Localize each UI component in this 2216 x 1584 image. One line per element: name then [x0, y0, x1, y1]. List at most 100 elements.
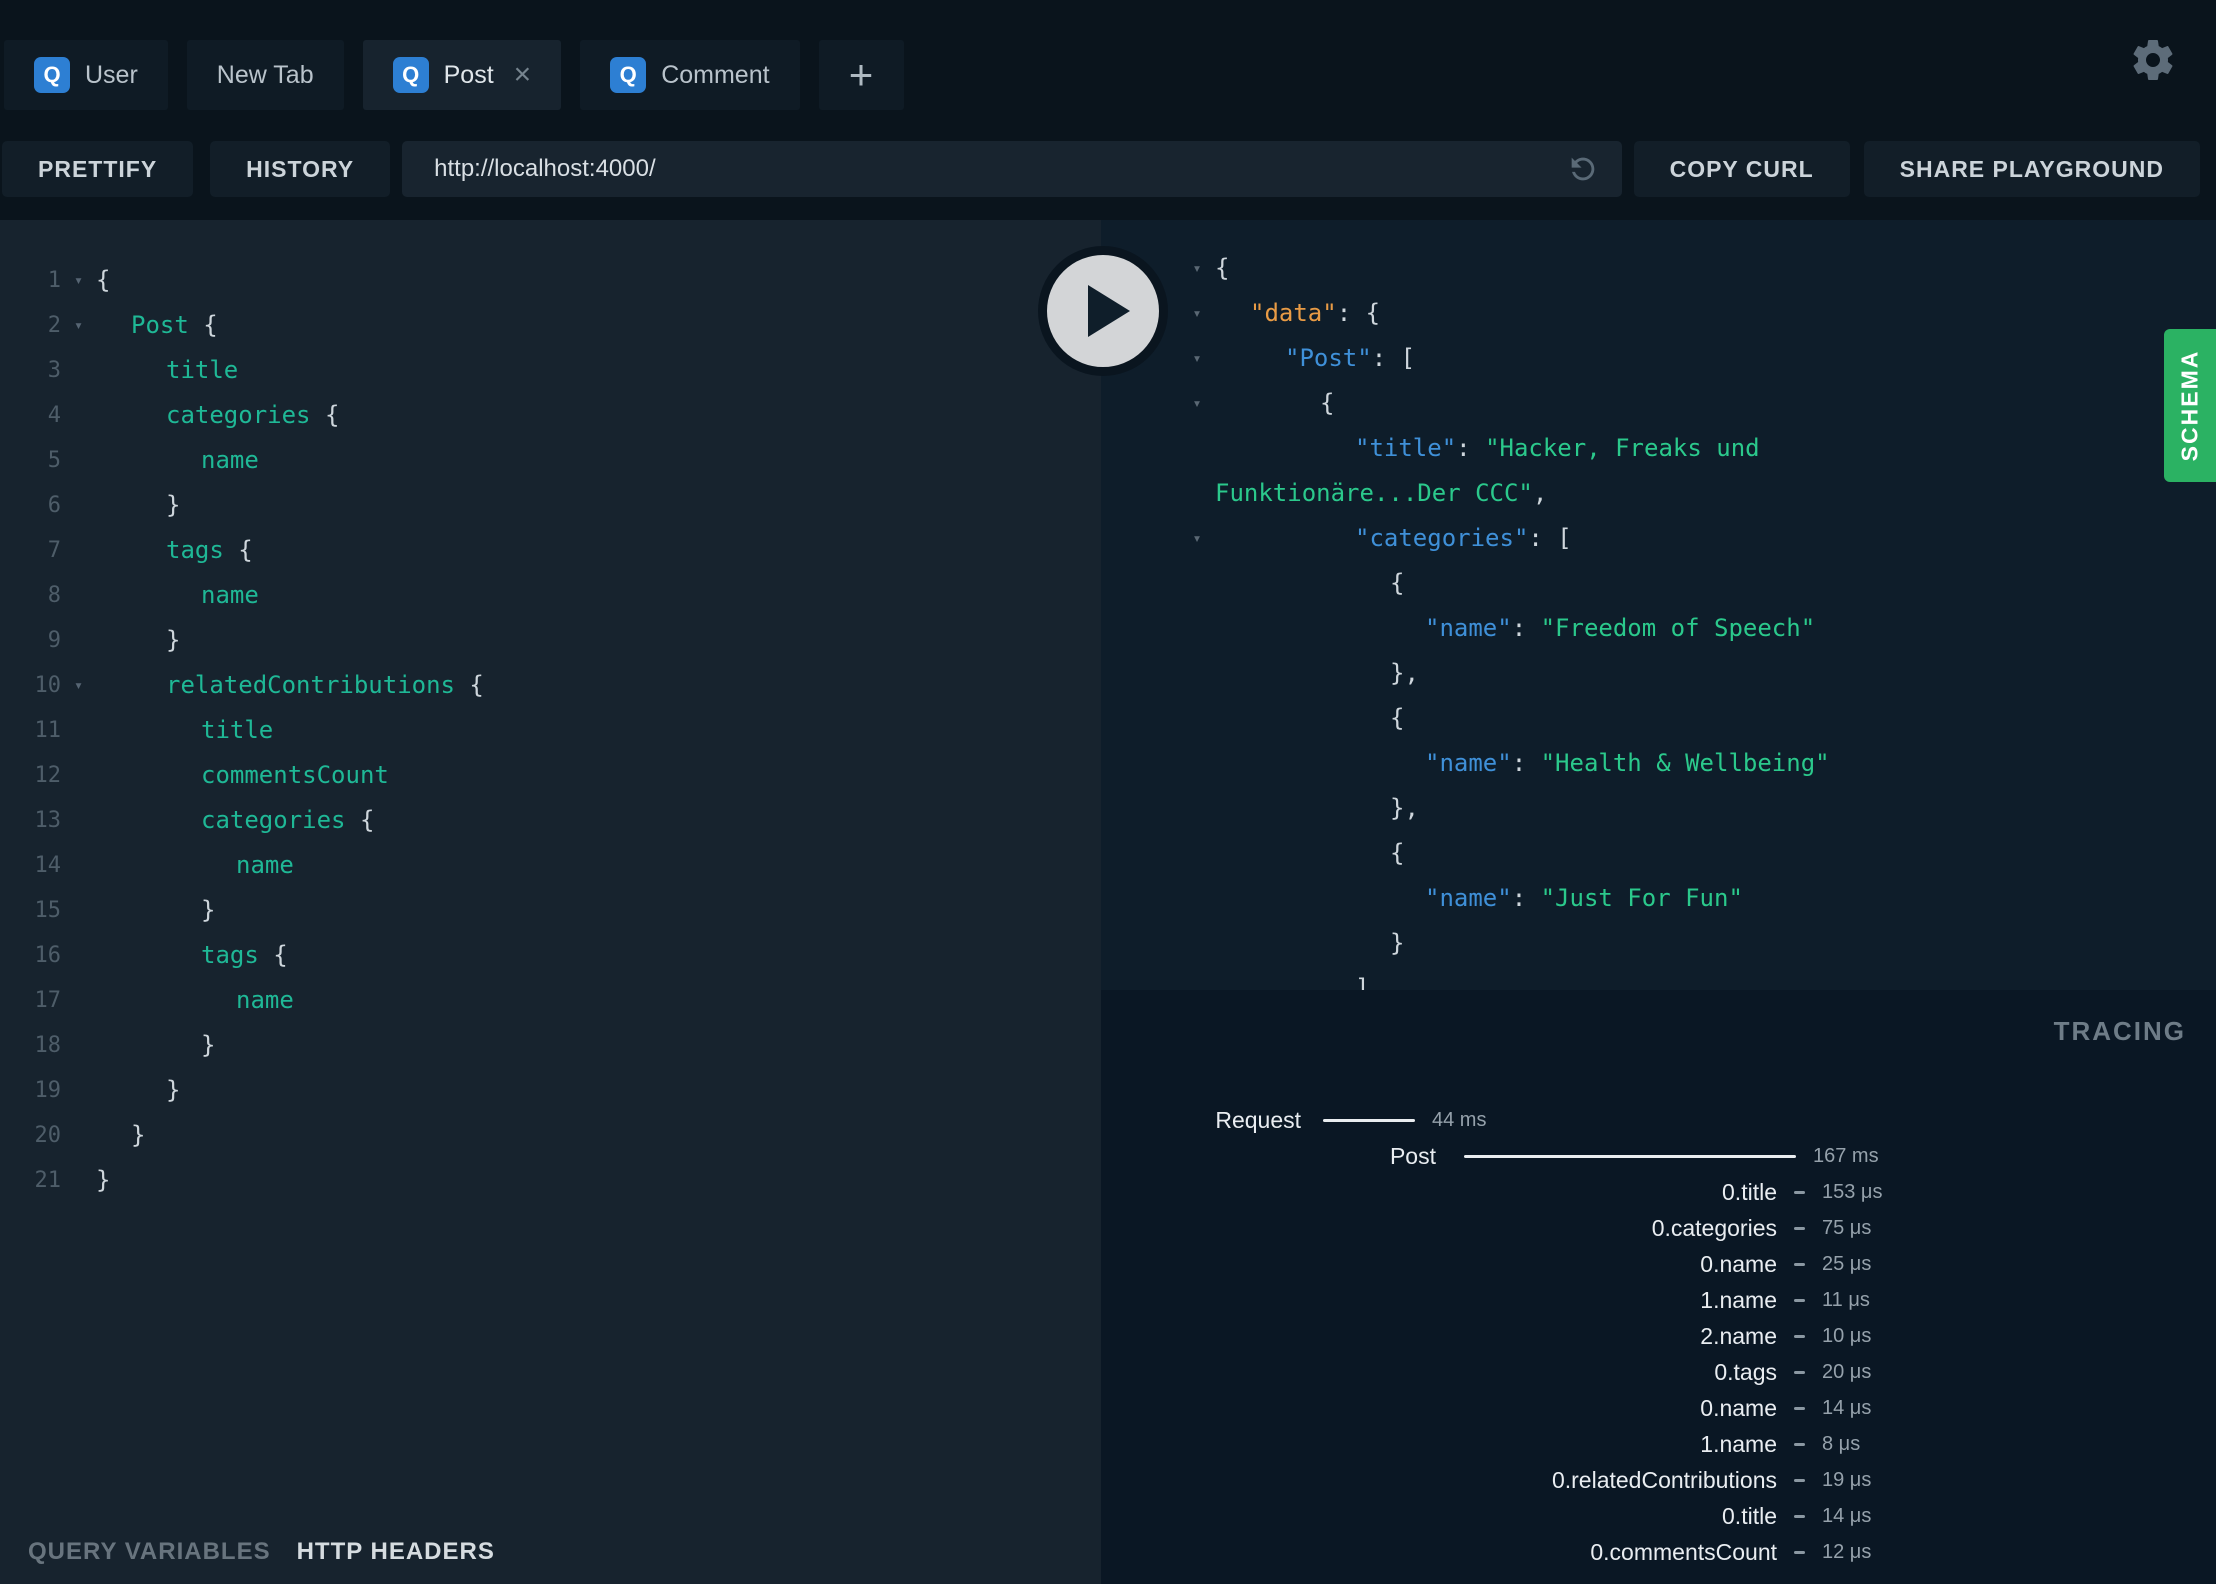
http-headers-tab[interactable]: HTTP HEADERS: [297, 1538, 495, 1566]
tab-user[interactable]: Q User: [4, 40, 168, 110]
query-line[interactable]: 1 ▾{: [0, 258, 1101, 303]
tracing-time: 25 μs: [1822, 1252, 1872, 1275]
fold-arrow-icon[interactable]: ▾: [61, 258, 96, 303]
play-icon: [1088, 285, 1130, 337]
close-tab-icon[interactable]: ×: [514, 60, 532, 90]
code-token: tags: [201, 941, 259, 969]
history-button[interactable]: HISTORY: [210, 141, 391, 197]
collapse-arrow-icon[interactable]: ▾: [1179, 291, 1215, 336]
response-line: },: [1101, 651, 2216, 696]
query-line-code: }: [96, 1068, 180, 1113]
response-line-code: {: [1215, 381, 1334, 426]
fold-arrow-icon[interactable]: ▾: [61, 663, 96, 708]
tracing-label: 0.title: [1722, 1178, 1777, 1205]
code-token: }: [131, 1121, 146, 1149]
line-number: 13: [34, 808, 62, 833]
query-line[interactable]: 17 name: [0, 978, 1101, 1023]
json-token: {: [1215, 254, 1230, 282]
query-line[interactable]: 5 name: [0, 438, 1101, 483]
query-line[interactable]: 11 title: [0, 708, 1101, 753]
query-line[interactable]: 8 name: [0, 573, 1101, 618]
tracing-title: TRACING: [2053, 1016, 2186, 1046]
collapse-spacer: [1179, 651, 1215, 696]
query-line-code: }: [96, 1113, 145, 1158]
json-token: ]: [1355, 974, 1370, 990]
schema-tab[interactable]: SCHEMA: [2164, 329, 2216, 482]
share-playground-button[interactable]: SHARE PLAYGROUND: [1863, 141, 2200, 197]
gear-icon: [2133, 39, 2173, 80]
response-line: {: [1101, 831, 2216, 876]
tracing-time: 10 μs: [1822, 1324, 1872, 1347]
tracing-row: 0.categories 75 μs: [1101, 1210, 2216, 1246]
query-line[interactable]: 14 name: [0, 843, 1101, 888]
line-number: 16: [34, 943, 62, 968]
tab-comment[interactable]: Q Comment: [580, 40, 800, 110]
query-code[interactable]: 1 ▾{2 ▾ Post {3 title 4 categories {5 name 6} 7 ta…: [0, 220, 1101, 1203]
tracing-row: 1.name 8 μs: [1101, 1426, 2216, 1462]
query-line[interactable]: 2 ▾ Post {: [0, 303, 1101, 348]
query-line-code: }: [96, 1158, 110, 1203]
json-token: :: [1511, 884, 1541, 912]
code-token: {: [223, 536, 253, 564]
query-line-code: name: [96, 438, 259, 483]
code-token: tags: [166, 536, 224, 564]
query-variables-tab[interactable]: QUERY VARIABLES: [28, 1538, 271, 1566]
query-line[interactable]: 4 categories {: [0, 393, 1101, 438]
fold-arrow-icon[interactable]: ▾: [61, 303, 96, 348]
code-token: name: [236, 986, 294, 1014]
query-line-code: title: [96, 348, 238, 393]
query-line[interactable]: 19}: [0, 1068, 1101, 1113]
query-line-code: relatedContributions {: [96, 663, 484, 708]
query-line[interactable]: 13 categories {: [0, 798, 1101, 843]
line-number: 20: [34, 1123, 62, 1148]
query-line[interactable]: 15}: [0, 888, 1101, 933]
response-line: ▾ "categories": [: [1101, 516, 2216, 561]
response-line: "title": "Hacker, Freaks und: [1101, 426, 2216, 471]
endpoint-url-input[interactable]: [432, 154, 1351, 184]
tab-new-tab[interactable]: New Tab: [186, 40, 344, 110]
copy-curl-button[interactable]: COPY CURL: [1633, 141, 1850, 197]
response-line-code: {: [1215, 696, 1404, 741]
tracing-label: Post: [1389, 1142, 1436, 1169]
collapse-spacer: [1179, 921, 1215, 966]
collapse-arrow-icon[interactable]: ▾: [1179, 336, 1215, 381]
collapse-arrow-icon[interactable]: ▾: [1179, 246, 1215, 291]
json-token: "categories": [1355, 524, 1529, 552]
query-line[interactable]: 20}: [0, 1113, 1101, 1158]
query-line[interactable]: 6}: [0, 483, 1101, 528]
query-line[interactable]: 18}: [0, 1023, 1101, 1068]
query-line[interactable]: 7 tags {: [0, 528, 1101, 573]
line-number: 19: [34, 1078, 62, 1103]
tracing-time: 153 μs: [1822, 1180, 1883, 1203]
tab-post[interactable]: Q Post ×: [362, 40, 562, 110]
reload-schema-icon[interactable]: [1566, 152, 1600, 186]
response-line-code: "title": "Hacker, Freaks und: [1215, 426, 1760, 471]
query-line[interactable]: 10 ▾ relatedContributions {: [0, 663, 1101, 708]
tracing-duration-bar: [1323, 1118, 1415, 1122]
prettify-button[interactable]: PRETTIFY: [2, 141, 194, 197]
query-line[interactable]: 21}: [0, 1158, 1101, 1203]
tracing-row: 0.relatedContributions 19 μs: [1101, 1462, 2216, 1498]
query-line[interactable]: 9}: [0, 618, 1101, 663]
tracing-time: 8 μs: [1822, 1432, 1861, 1455]
code-token: }: [166, 491, 181, 519]
collapse-arrow-icon[interactable]: ▾: [1179, 516, 1215, 561]
query-line[interactable]: 16 tags {: [0, 933, 1101, 978]
collapse-spacer: [1179, 426, 1215, 471]
tab-strip: Q User New Tab Q Post × Q Comment +: [4, 40, 904, 110]
execute-button[interactable]: [1038, 246, 1168, 376]
tracing-label: 0.name: [1700, 1250, 1777, 1277]
settings-gear-icon[interactable]: [2129, 36, 2177, 84]
json-token: Funktionäre...Der CCC": [1215, 479, 1533, 507]
query-editor[interactable]: 1 ▾{2 ▾ Post {3 title 4 categories {5 name 6} 7 ta…: [0, 220, 1101, 1584]
new-tab-button[interactable]: +: [818, 40, 904, 110]
response-line: {: [1101, 696, 2216, 741]
collapse-arrow-icon[interactable]: ▾: [1179, 381, 1215, 426]
json-token: :: [1511, 749, 1541, 777]
query-line[interactable]: 12 commentsCount: [0, 753, 1101, 798]
query-line[interactable]: 3 title: [0, 348, 1101, 393]
tab-label: New Tab: [216, 60, 314, 89]
